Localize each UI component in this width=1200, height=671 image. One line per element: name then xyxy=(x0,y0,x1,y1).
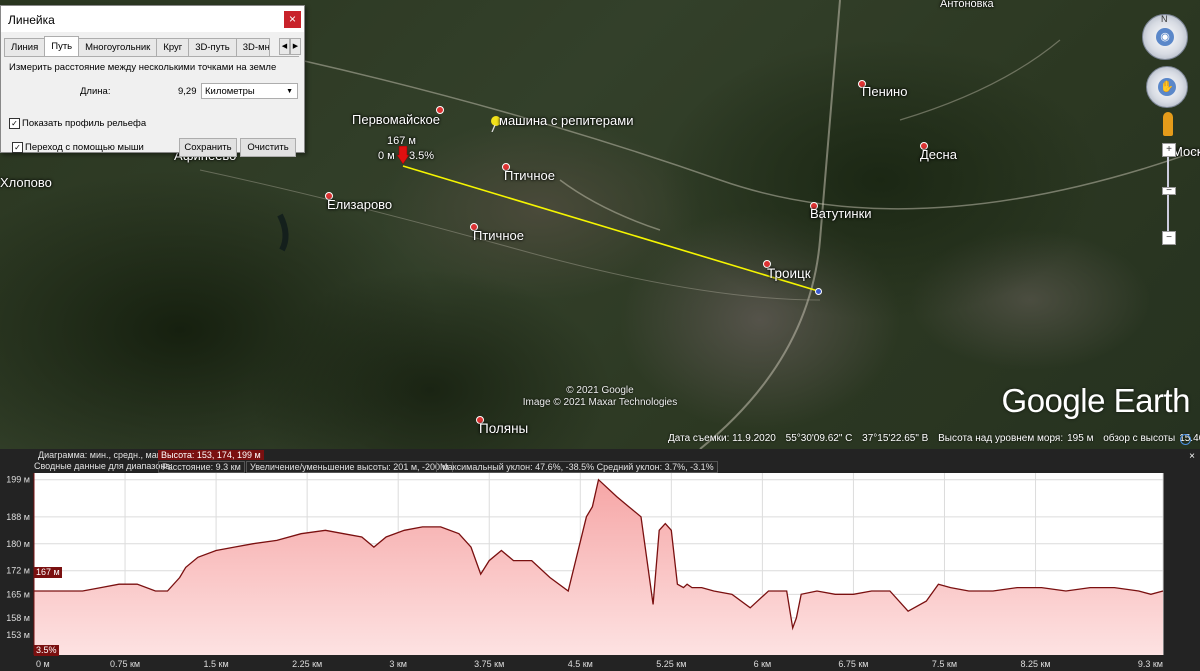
x-tick-label: 3.75 км xyxy=(474,659,504,669)
hand-icon: ✋ xyxy=(1158,78,1176,96)
cursor-elevation-label: 167 м xyxy=(34,567,62,578)
eye-icon: ◉ xyxy=(1156,28,1174,46)
dialog-titlebar[interactable]: Линейка × xyxy=(1,6,304,32)
move-joystick[interactable]: ✋ xyxy=(1146,66,1188,108)
x-tick-label: 0.75 км xyxy=(110,659,140,669)
close-button[interactable]: × xyxy=(284,11,301,28)
zoom-thumb[interactable]: − xyxy=(1162,186,1176,196)
x-tick-label: 6.75 км xyxy=(838,659,868,669)
ruler-tabs: Линия Путь Многоугольник Круг 3D-путь 3D… xyxy=(4,36,270,58)
longitude: 37°15'22.65" В xyxy=(862,433,929,444)
ruler-dialog: Линейка × Линия Путь Многоугольник Круг … xyxy=(0,5,305,157)
street-view-pegman-icon[interactable] xyxy=(1163,112,1173,136)
x-tick-label: 6 км xyxy=(754,659,772,669)
place-ptichnoe-1: Птичное xyxy=(504,168,555,183)
x-tick-label: 1.5 км xyxy=(204,659,229,669)
imagery-copyright: © 2021 Google Image © 2021 Maxar Technol… xyxy=(522,385,678,408)
x-tick-label: 9.3 км xyxy=(1138,659,1163,669)
place-hlopovo: Хлопово xyxy=(0,175,52,190)
elevation-profile-panel: Диаграмма: мин., средн., макс.: Высота: … xyxy=(0,449,1200,671)
y-tick-label: 188 м xyxy=(6,512,30,522)
zoom-in-button[interactable]: + xyxy=(1162,143,1176,157)
eye-alt-label: обзор с высоты xyxy=(1103,433,1176,444)
altitude-label: Высота над уровнем моря: xyxy=(938,433,1064,444)
place-troitsk: Троицк xyxy=(767,266,811,281)
latitude: 55°30'09.62" С xyxy=(785,433,853,444)
y-tick-label: 199 м xyxy=(6,475,30,485)
streaming-indicator-icon xyxy=(1180,434,1191,445)
unit-value: Километры xyxy=(205,86,255,97)
y-tick-label: 165 м xyxy=(6,589,30,599)
path-start-elevation: 167 м xyxy=(387,135,416,147)
place-desna: Десна xyxy=(920,147,957,162)
cursor-slope-label: 3.5% xyxy=(34,645,59,656)
x-tick-label: 7.5 км xyxy=(932,659,957,669)
y-tick-label: 153 м xyxy=(6,630,30,640)
google-earth-logo: Google Earth xyxy=(1001,382,1191,419)
zoom-slider[interactable]: + − − xyxy=(1162,143,1176,245)
y-tick-label: 172 м xyxy=(6,566,30,576)
place-vatutinki: Ватутинки xyxy=(810,206,872,221)
length-value: 9,29 xyxy=(178,86,197,97)
tab-panel: Измерить расстояние между несколькими то… xyxy=(4,56,299,157)
x-tick-label: 8.25 км xyxy=(1020,659,1050,669)
mouse-nav-label: Переход с помощью мыши xyxy=(25,142,144,153)
dialog-title: Линейка xyxy=(8,13,55,27)
elevation-chart[interactable]: 199 м 188 м 180 м 172 м 165 м 158 м 153 м 0 м 0.… xyxy=(0,449,1200,671)
look-joystick[interactable]: N ◉ xyxy=(1142,14,1188,60)
tab-path[interactable]: Путь xyxy=(44,36,80,58)
place-pervomayskoe: Первомайское xyxy=(352,112,441,127)
place-antonovka: Антоновка xyxy=(940,0,994,10)
tab-polygon[interactable]: Многоугольник xyxy=(78,38,158,56)
show-profile-label: Показать профиль рельефа xyxy=(22,118,147,129)
tab-scroll-left-icon[interactable]: ◀ xyxy=(279,38,290,55)
chevron-down-icon: ▼ xyxy=(286,88,293,95)
path-start-marker[interactable] xyxy=(396,145,410,165)
place-polyany: Поляны xyxy=(479,421,529,436)
x-tick-label: 4.5 км xyxy=(568,659,593,669)
unit-select[interactable]: Километры ▼ xyxy=(201,83,298,99)
tab-3d-polygon[interactable]: 3D-мн xyxy=(235,38,270,56)
status-bar: Дата съемки: 11.9.2020 55°30'09.62" С 37… xyxy=(668,433,1200,444)
north-icon[interactable]: N xyxy=(1161,14,1168,24)
imagery-date: Дата съемки: 11.9.2020 xyxy=(668,433,776,444)
y-tick-label: 158 м xyxy=(6,613,30,623)
path-end-marker[interactable] xyxy=(815,288,822,295)
x-tick-label: 2.25 км xyxy=(292,659,322,669)
show-profile-checkbox[interactable]: ✓ xyxy=(9,118,20,129)
altitude-value: 195 м xyxy=(1067,433,1094,444)
tab-line[interactable]: Линия xyxy=(4,38,46,56)
place-moskva: Моск xyxy=(1172,144,1200,159)
save-button[interactable]: Сохранить xyxy=(179,138,237,157)
tab-scroll-right-icon[interactable]: ▶ xyxy=(290,38,301,55)
length-label: Длина: xyxy=(80,86,111,97)
mouse-nav-checkbox[interactable]: ✓ xyxy=(12,142,23,153)
place-ptichnoe-2: Птичное xyxy=(473,228,524,243)
tab-3d-path[interactable]: 3D-путь xyxy=(188,38,237,56)
clear-button[interactable]: Очистить xyxy=(240,138,296,157)
path-start-distance: 0 м xyxy=(378,150,395,162)
tab-description: Измерить расстояние между несколькими то… xyxy=(9,62,277,73)
placemark-mashina[interactable]: машина с репитерами xyxy=(499,113,633,128)
y-tick-label: 180 м xyxy=(6,539,30,549)
path-start-slope: 3.5% xyxy=(409,150,435,162)
x-tick-label: 0 м xyxy=(36,659,50,669)
zoom-out-button[interactable]: − xyxy=(1162,231,1176,245)
tab-circle[interactable]: Круг xyxy=(156,38,190,56)
x-tick-label: 5.25 км xyxy=(656,659,686,669)
place-penino: Пенино xyxy=(862,84,908,99)
x-tick-label: 3 км xyxy=(389,659,407,669)
place-elizarovo: Елизарово xyxy=(327,197,393,212)
